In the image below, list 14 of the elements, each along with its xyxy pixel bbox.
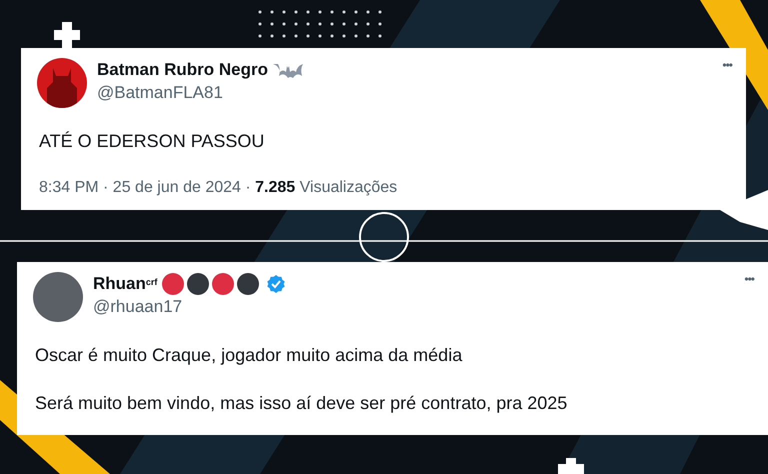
photo-placeholder[interactable] [33,272,83,322]
avatar-icon[interactable] [37,58,87,108]
user-name[interactable]: Batman Rubro Negro [97,57,268,83]
tweet-text: ATÉ O EDERSON PASSOU [39,130,266,152]
user-handle[interactable]: @BatmanFLA81 [97,82,712,104]
user-name[interactable]: Rhuan$^{crf}$ [93,271,158,297]
bat-icon [272,62,303,78]
tweet-meta: 8:34 PM · 25 de jun de 2024 · 7.285 Visualizações [39,178,398,198]
verified-icon [266,274,286,294]
tweet-text: Será muito bem vindo, mas isso aí deve ser pré contrato, pra 2025 [35,392,568,414]
tweet-text: Oscar é muito Craque, jogador muito acima da média [35,344,464,366]
user-handle[interactable]: @rhuaan17 [93,296,734,318]
more-button[interactable]: ••• [744,270,754,288]
more-button[interactable]: ••• [722,56,732,74]
